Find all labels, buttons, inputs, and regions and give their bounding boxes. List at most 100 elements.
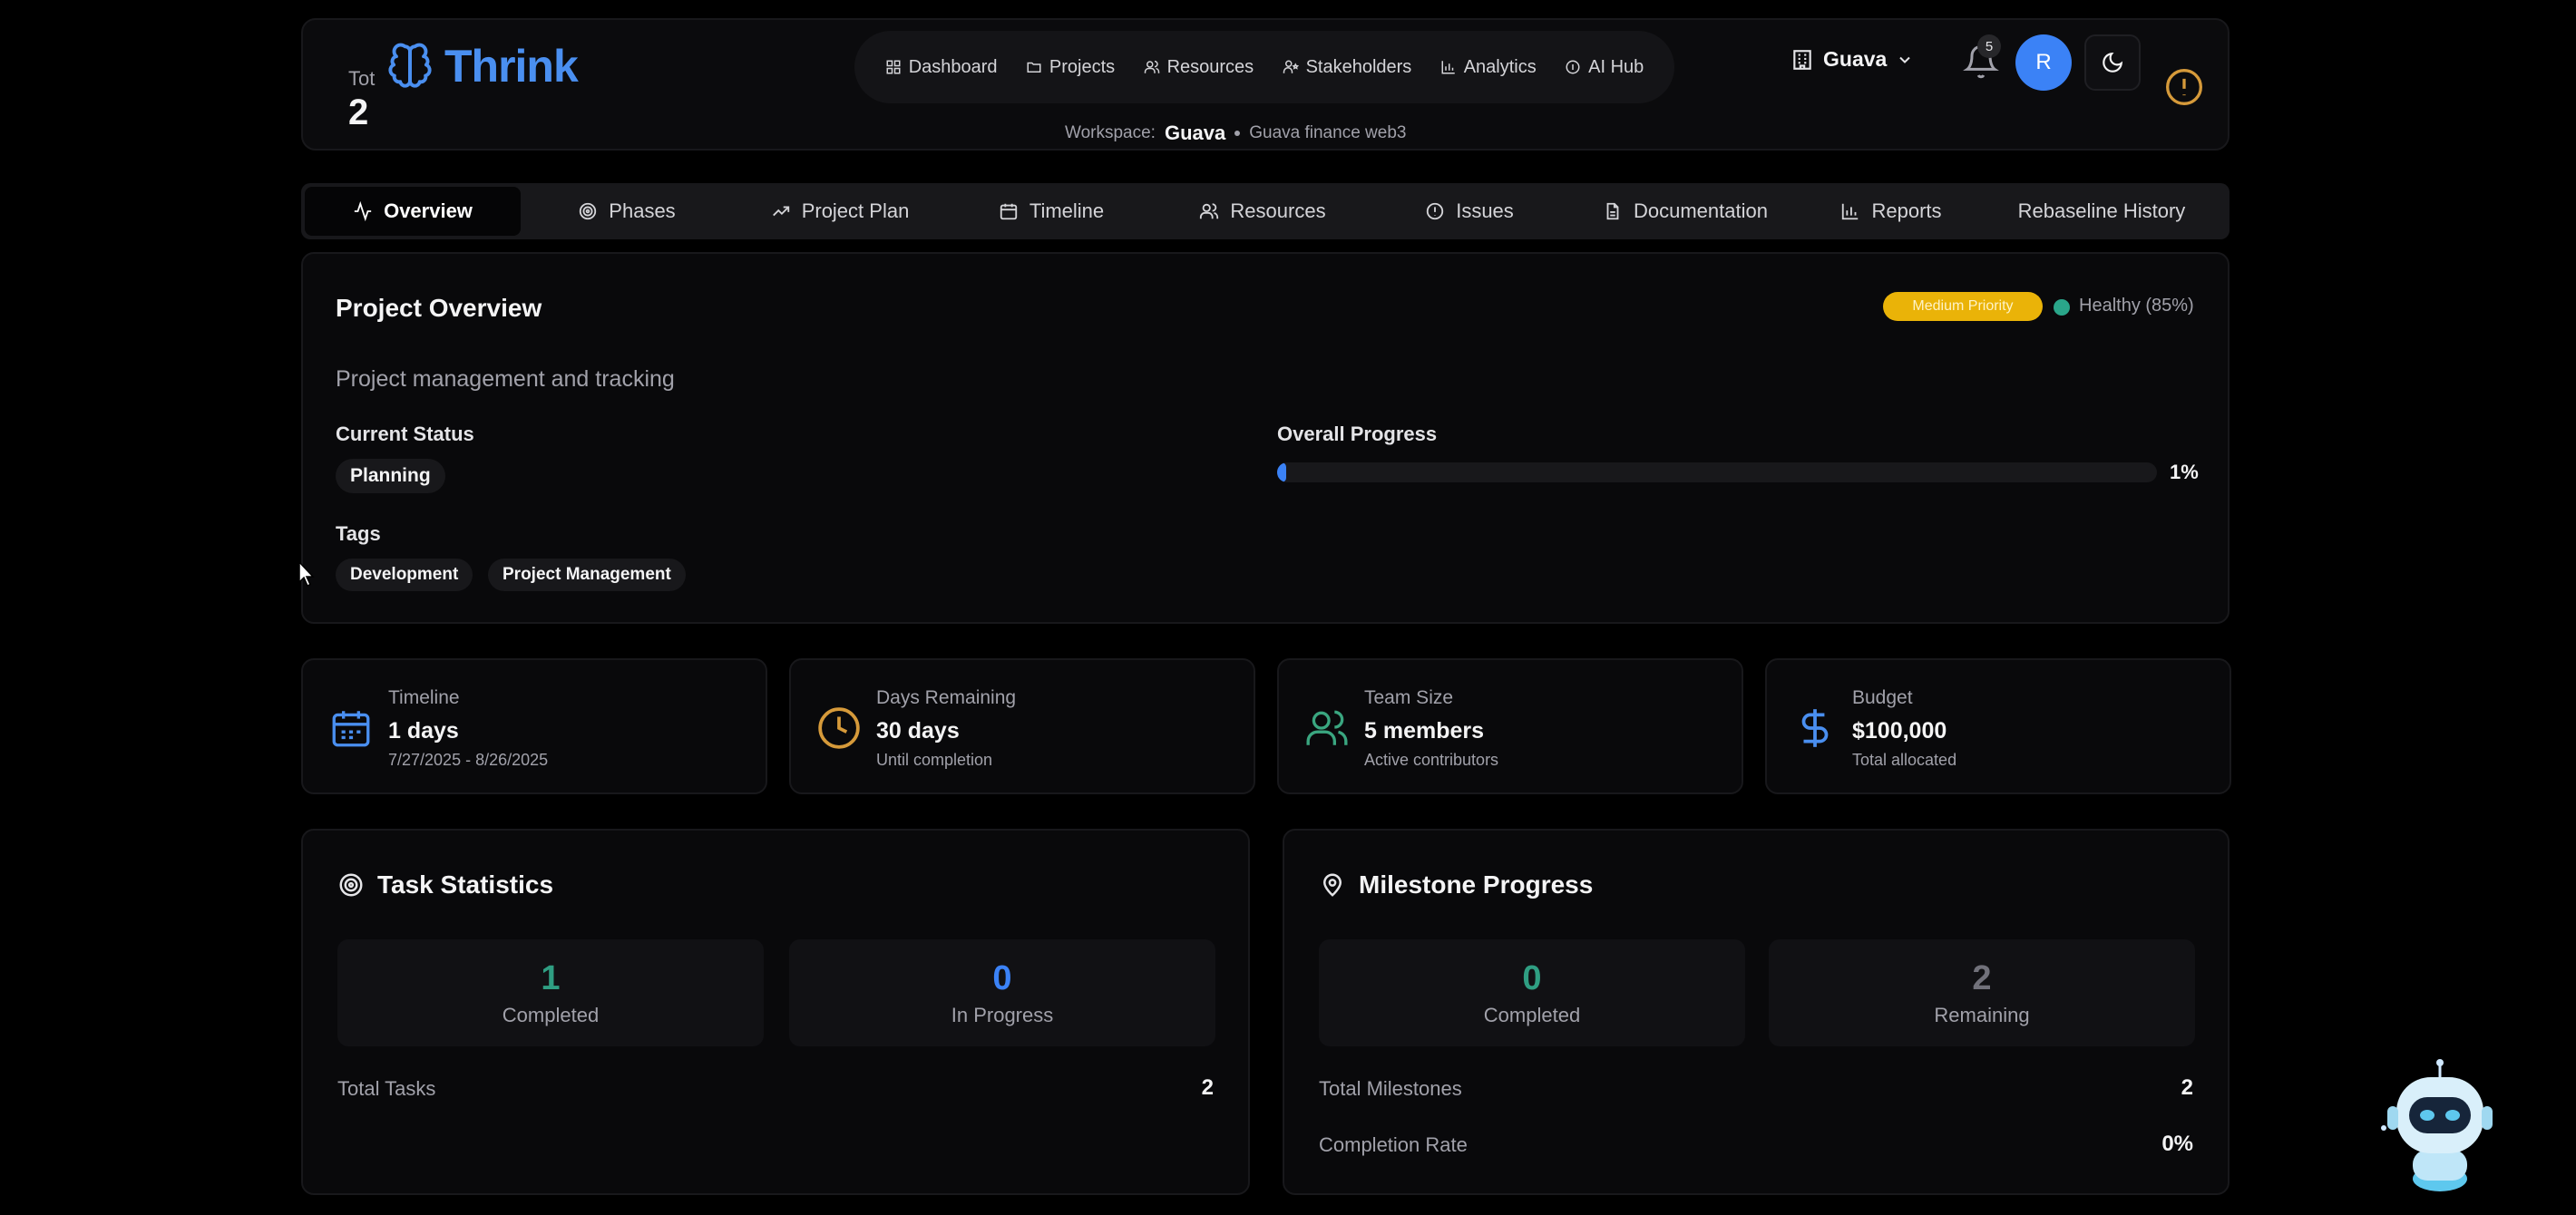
target-icon — [339, 873, 363, 897]
nav-label: Projects — [1049, 56, 1116, 77]
tab-label: Rebaseline History — [2017, 199, 2186, 222]
milestone-progress-card: Milestone Progress 0 Completed 2 Remaini… — [1283, 829, 2230, 1195]
progress-bar-fill — [1277, 462, 1286, 482]
tasks-completed-value: 1 — [541, 959, 561, 997]
tab-label: Resources — [1230, 199, 1326, 222]
tab-issues[interactable]: Issues — [1370, 187, 1569, 236]
tasks-in-progress-value: 0 — [992, 959, 1012, 997]
workspace-prefix: Workspace: — [1065, 123, 1156, 142]
mouse-cursor-icon — [298, 560, 315, 588]
completion-rate-label: Completion Rate — [1319, 1133, 1468, 1156]
nav-label: Resources — [1166, 56, 1254, 77]
bar-chart-icon — [1842, 203, 1859, 220]
target-icon — [580, 202, 597, 220]
health-status-dot — [2054, 299, 2070, 316]
total-label: Tot — [348, 67, 376, 90]
alert-circle-icon — [1427, 202, 1444, 220]
task-statistics-title: Task Statistics — [337, 870, 553, 899]
users-icon — [1200, 203, 1219, 219]
user-avatar[interactable]: R — [2015, 34, 2072, 91]
tasks-in-progress-label: In Progress — [951, 1004, 1054, 1026]
calendar-icon — [1000, 203, 1017, 220]
tasks-completed-box: 1 Completed — [337, 939, 764, 1046]
brand-logo[interactable]: Thrink — [386, 40, 579, 92]
nav-label: Dashboard — [908, 56, 998, 77]
chevron-down-icon — [1899, 56, 1911, 63]
tab-overview[interactable]: Overview — [305, 187, 521, 236]
tab-label: Project Plan — [801, 199, 910, 222]
milestones-remaining-box: 2 Remaining — [1769, 939, 2195, 1046]
total-milestones-label: Total Milestones — [1319, 1077, 1462, 1100]
tab-reports[interactable]: Reports — [1801, 187, 1981, 236]
stat-card-days-remaining: Days Remaining 30 days Until completion — [789, 658, 1255, 794]
stat-card-budget: Budget $100,000 Total allocated — [1765, 658, 2231, 794]
map-pin-icon — [1322, 873, 1342, 897]
tab-label: Timeline — [1029, 199, 1105, 222]
nav-stakeholders[interactable]: Stakeholders — [1283, 56, 1412, 78]
nav-ai-hub[interactable]: AI Hub — [1565, 57, 1644, 78]
workspace-breadcrumb: Workspace: Guava Guava finance web3 — [1065, 122, 1464, 145]
users-icon — [1306, 710, 1348, 745]
nav-label: Analytics — [1463, 56, 1537, 77]
ai-assistant-robot-icon[interactable] — [2376, 1052, 2503, 1197]
completion-rate-value: 0% — [2161, 1132, 2193, 1156]
tab-rebaseline-history[interactable]: Rebaseline History — [1981, 187, 2222, 236]
trending-up-icon — [772, 206, 789, 217]
user-star-icon — [1283, 60, 1299, 73]
milestone-progress-title: Milestone Progress — [1319, 870, 1593, 899]
bar-chart-icon — [1441, 61, 1455, 74]
status-label: Current Status — [336, 423, 474, 445]
title-text: Milestone Progress — [1359, 870, 1594, 899]
progress-percent: 1% — [2170, 461, 2199, 483]
stat-sub: Until completion — [876, 751, 993, 769]
tab-label: Reports — [1871, 199, 1942, 222]
nav-resources[interactable]: Resources — [1144, 57, 1254, 78]
stat-label: Budget — [1852, 687, 1913, 708]
tab-resources[interactable]: Resources — [1156, 187, 1370, 236]
tab-timeline[interactable]: Timeline — [947, 187, 1156, 236]
nav-projects[interactable]: Projects — [1026, 57, 1115, 78]
milestones-remaining-label: Remaining — [1934, 1004, 2030, 1026]
workspace-project: Guava finance web3 — [1249, 123, 1407, 142]
tag-development: Development — [336, 559, 473, 591]
alert-circle-icon[interactable] — [2164, 67, 2204, 107]
priority-badge: Medium Priority — [1883, 292, 2043, 321]
project-tabs: Overview Phases Project Plan Timeline Re… — [301, 183, 2230, 239]
stat-card-team-size: Team Size 5 members Active contributors — [1277, 658, 1743, 794]
tab-project-plan[interactable]: Project Plan — [733, 187, 947, 236]
info-circle-icon — [1566, 60, 1580, 74]
grid-icon — [886, 60, 901, 74]
stat-label: Team Size — [1364, 687, 1454, 708]
nav-label: AI Hub — [1588, 56, 1644, 77]
stat-value: 1 days — [388, 718, 459, 744]
tab-label: Phases — [609, 199, 676, 222]
building-icon — [1793, 49, 1811, 70]
project-overview-card: Project Overview Medium Priority Healthy… — [301, 252, 2230, 624]
tags-label: Tags — [336, 522, 381, 545]
nav-dashboard[interactable]: Dashboard — [885, 57, 998, 78]
theme-toggle-button[interactable] — [2084, 34, 2141, 91]
overview-title: Project Overview — [336, 294, 542, 322]
stat-sub: Total allocated — [1852, 751, 1957, 769]
stat-sub: Active contributors — [1364, 751, 1499, 769]
milestones-completed-value: 0 — [1522, 959, 1542, 997]
workspace-select[interactable]: Guava — [1791, 47, 1914, 72]
activity-icon — [354, 201, 372, 221]
workspace-name: Guava — [1164, 122, 1226, 144]
milestones-completed-box: 0 Completed — [1319, 939, 1745, 1046]
total-milestones-value: 2 — [2181, 1075, 2193, 1100]
nav-analytics[interactable]: Analytics — [1440, 57, 1537, 78]
tab-documentation[interactable]: Documentation — [1569, 187, 1801, 236]
tab-label: Documentation — [1634, 199, 1768, 222]
nav-label: Stakeholders — [1305, 56, 1412, 77]
total-tasks-value: 2 — [1201, 1075, 1214, 1100]
folder-icon — [1027, 62, 1041, 73]
stat-value: 5 members — [1364, 718, 1485, 744]
tag-project-management: Project Management — [488, 559, 686, 591]
moon-icon — [2103, 52, 2123, 73]
title-text: Task Statistics — [377, 870, 554, 899]
tab-phases[interactable]: Phases — [521, 187, 733, 236]
brain-icon — [388, 43, 432, 88]
stat-card-timeline: Timeline 1 days 7/27/2025 - 8/26/2025 — [301, 658, 767, 794]
progress-label: Overall Progress — [1277, 423, 1438, 445]
